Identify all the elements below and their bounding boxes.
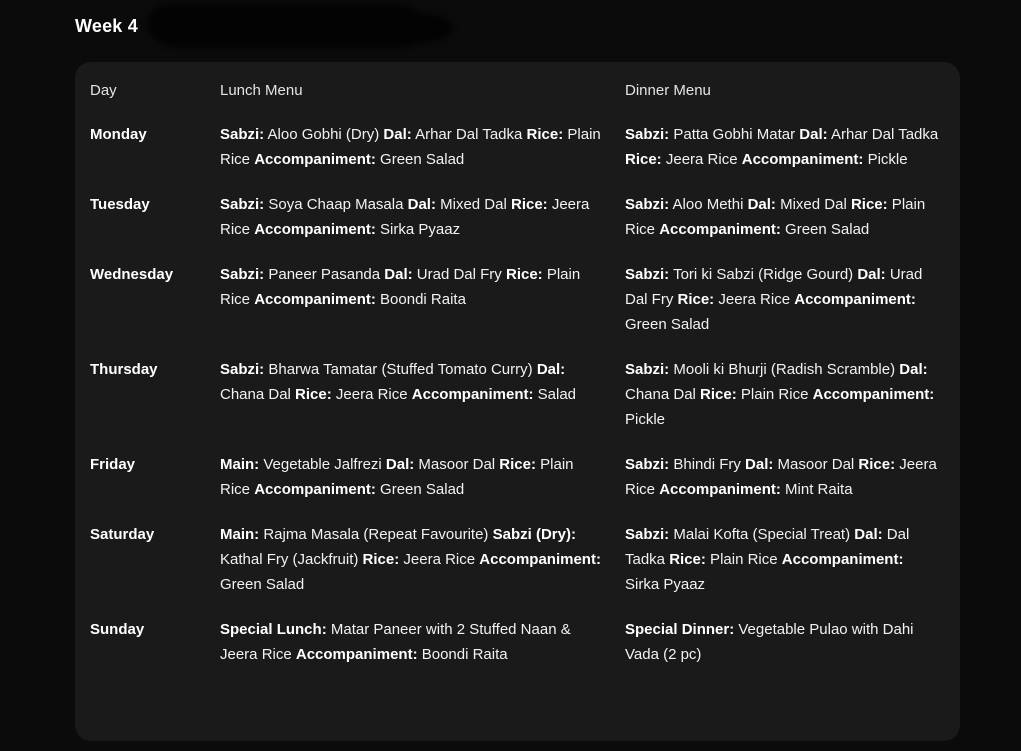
table-row: Wednesday Sabzi: Paneer Pasanda Dal: Ura… [75, 253, 960, 348]
redaction-smudge [147, 5, 425, 47]
dinner-menu-cell: Special Dinner: Vegetable Pulao with Dah… [625, 617, 945, 667]
dinner-menu-cell: Sabzi: Aloo Methi Dal: Mixed Dal Rice: P… [625, 192, 945, 242]
column-header-dinner: Dinner Menu [625, 78, 945, 103]
day-cell: Sunday [90, 617, 220, 667]
table-row: Sunday Special Lunch: Matar Paneer with … [75, 608, 960, 678]
table-row: Friday Main: Vegetable Jalfrezi Dal: Mas… [75, 443, 960, 513]
lunch-menu-cell: Special Lunch: Matar Paneer with 2 Stuff… [220, 617, 625, 667]
day-cell: Friday [90, 452, 220, 502]
lunch-menu-cell: Main: Rajma Masala (Repeat Favourite) Sa… [220, 522, 625, 597]
table-row: Thursday Sabzi: Bharwa Tamatar (Stuffed … [75, 348, 960, 443]
day-cell: Monday [90, 122, 220, 172]
table-header-row: Day Lunch Menu Dinner Menu [75, 62, 960, 113]
dinner-menu-cell: Sabzi: Bhindi Fry Dal: Masoor Dal Rice: … [625, 452, 945, 502]
table-row: Saturday Main: Rajma Masala (Repeat Favo… [75, 513, 960, 608]
lunch-menu-cell: Sabzi: Paneer Pasanda Dal: Urad Dal Fry … [220, 262, 625, 337]
day-cell: Thursday [90, 357, 220, 432]
table-row: Tuesday Sabzi: Soya Chaap Masala Dal: Mi… [75, 183, 960, 253]
dinner-menu-cell: Sabzi: Malai Kofta (Special Treat) Dal: … [625, 522, 945, 597]
dinner-menu-cell: Sabzi: Tori ki Sabzi (Ridge Gourd) Dal: … [625, 262, 945, 337]
weekly-menu-card: Day Lunch Menu Dinner Menu Monday Sabzi:… [75, 62, 960, 741]
dinner-menu-cell: Sabzi: Mooli ki Bhurji (Radish Scramble)… [625, 357, 945, 432]
day-cell: Wednesday [90, 262, 220, 337]
lunch-menu-cell: Sabzi: Soya Chaap Masala Dal: Mixed Dal … [220, 192, 625, 242]
table-row: Monday Sabzi: Aloo Gobhi (Dry) Dal: Arha… [75, 113, 960, 183]
lunch-menu-cell: Sabzi: Bharwa Tamatar (Stuffed Tomato Cu… [220, 357, 625, 432]
day-cell: Saturday [90, 522, 220, 597]
column-header-lunch: Lunch Menu [220, 78, 625, 103]
table-body: Monday Sabzi: Aloo Gobhi (Dry) Dal: Arha… [75, 113, 960, 678]
dinner-menu-cell: Sabzi: Patta Gobhi Matar Dal: Arhar Dal … [625, 122, 945, 172]
page: Week 4 Day Lunch Menu Dinner Menu Monday… [0, 0, 1021, 751]
page-title: Week 4 [75, 16, 138, 37]
column-header-day: Day [90, 78, 220, 103]
lunch-menu-cell: Sabzi: Aloo Gobhi (Dry) Dal: Arhar Dal T… [220, 122, 625, 172]
lunch-menu-cell: Main: Vegetable Jalfrezi Dal: Masoor Dal… [220, 452, 625, 502]
day-cell: Tuesday [90, 192, 220, 242]
